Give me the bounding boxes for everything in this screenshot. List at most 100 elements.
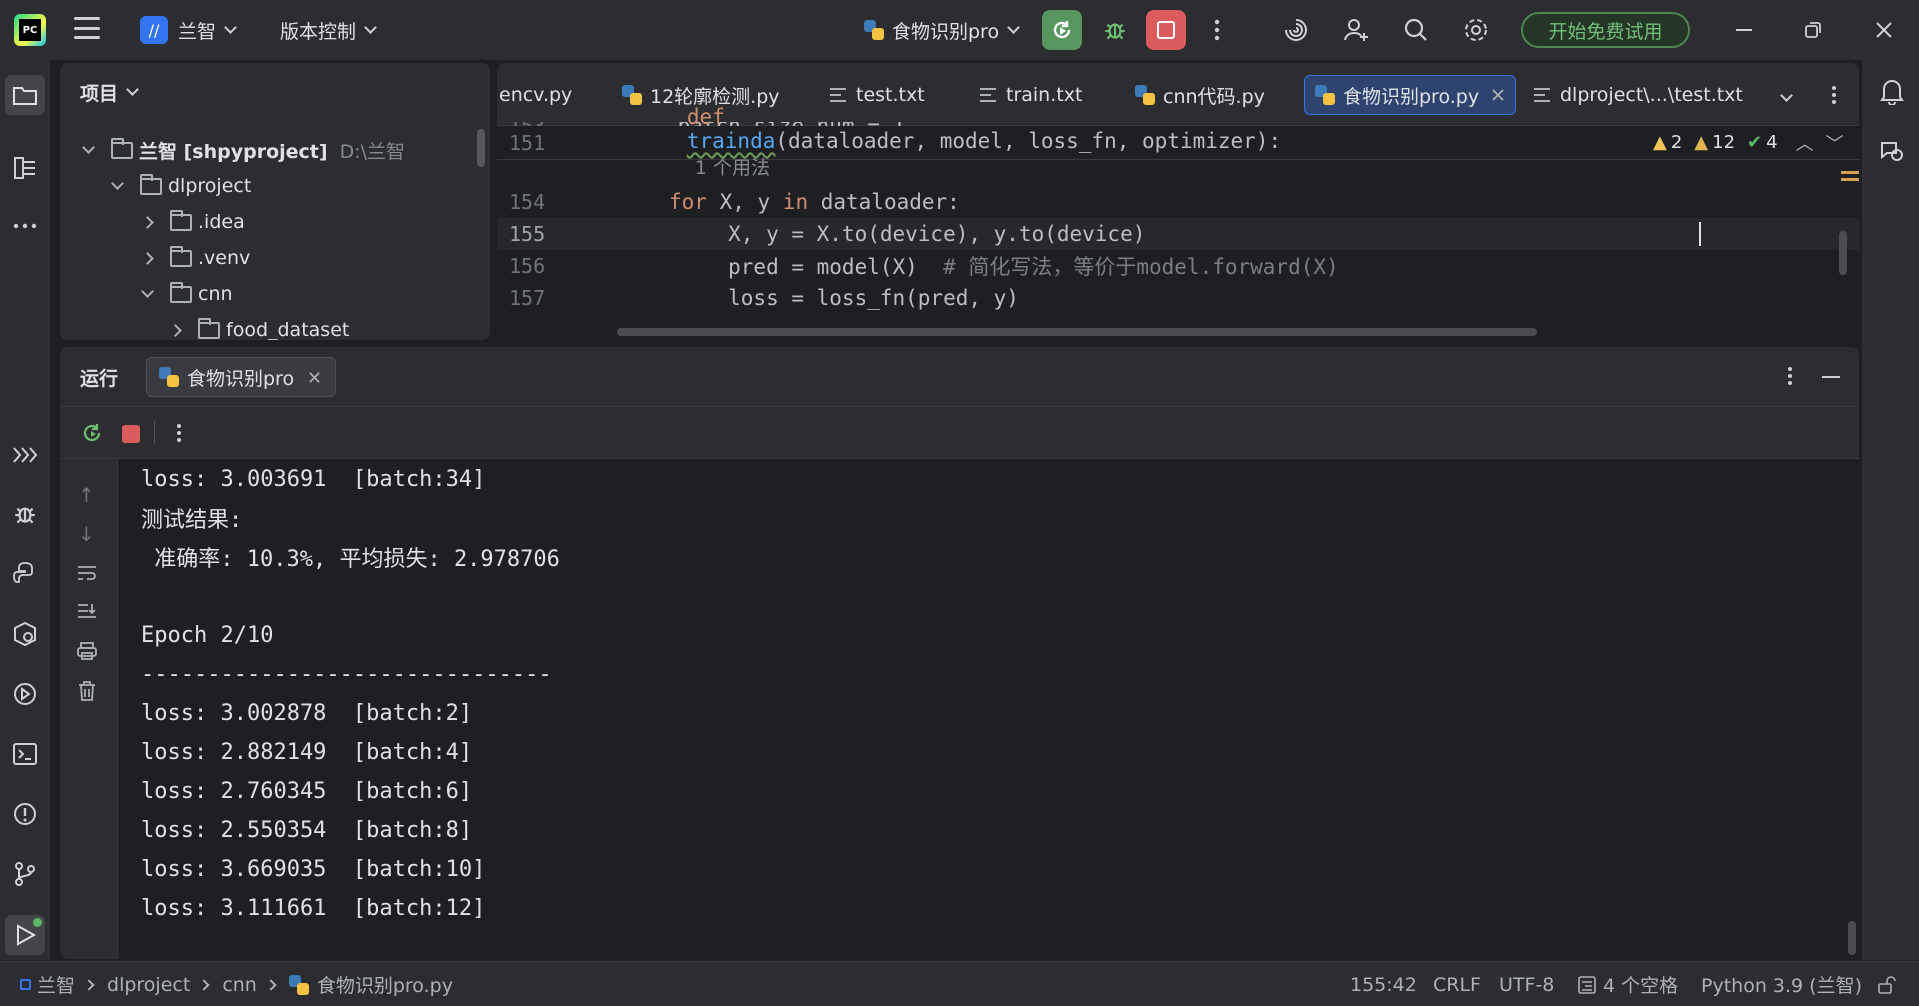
run-panel-options-button[interactable] [1787,365,1793,392]
terminal-button[interactable] [9,738,41,770]
scroll-up-icon[interactable]: ↑ [78,483,95,507]
project-badge-icon[interactable]: // [140,16,168,44]
minimize-button[interactable] [1724,10,1764,50]
usages-hint[interactable]: 1 个用法 [695,157,770,179]
project-panel: 项目 兰智 [shpyproject] D:\兰智 dlproject .ide… [60,63,490,340]
run-tool-button[interactable] [5,915,45,955]
debug-button[interactable] [1095,10,1135,50]
tree-item-root[interactable]: 兰智 [shpyproject] D:\兰智 [82,135,405,165]
breadcrumb-item[interactable]: 兰智 [37,971,75,998]
run-toolbar-more-button[interactable] [176,422,182,449]
main-menu-icon[interactable] [74,17,100,39]
scroll-to-end-button[interactable] [76,602,98,627]
tree-item-food-dataset[interactable]: food_dataset [169,315,349,340]
ai-assistant-button[interactable] [1276,10,1316,50]
project-tool-button[interactable] [5,75,45,115]
error-stripe-marker[interactable] [1841,171,1859,181]
play-circle-icon [14,683,36,705]
tree-item-venv[interactable]: .venv [141,243,250,273]
run-tab-food-recognition[interactable]: 食物识别pro [146,357,337,397]
keyword-for: for [669,190,707,214]
git-branch-icon [15,862,35,886]
minimize-icon [1736,29,1752,31]
inspection-widget[interactable]: ▲ 2 ▲ 12 ✔ 4 ︿ ﹀ [1653,130,1844,156]
close-tab-icon[interactable] [308,371,321,384]
services-button[interactable] [9,678,41,710]
tree-item-dlproject[interactable]: dlproject [111,171,251,201]
editor-vertical-scrollbar[interactable] [1839,231,1847,275]
sticky-function-header[interactable]: 151 def trainda(dataloader, model, loss_… [497,105,1859,179]
readonly-toggle[interactable] [1876,962,1896,1006]
start-free-trial-button[interactable]: 开始免费试用 [1521,12,1690,48]
ai-chat-button[interactable] [1876,135,1908,167]
settings-button[interactable] [1456,10,1496,50]
project-panel-title: 项目 [80,82,119,105]
indent-setting[interactable]: 4 个空格 [1577,962,1678,1006]
scroll-to-end-icon [78,604,96,618]
more-actions-button[interactable] [1197,10,1237,50]
python-console-button[interactable] [9,558,41,590]
tab-food-recognition[interactable]: 食物识别pro.py [1304,75,1517,115]
chevron-right-icon [198,978,210,991]
vcs-menu[interactable]: 版本控制 [280,10,377,50]
breadcrumb-item[interactable]: cnn [222,974,257,996]
prev-highlight-icon[interactable]: ︿ [1796,130,1814,156]
soft-wrap-button[interactable] [76,563,98,588]
stop-button[interactable] [1146,10,1186,50]
breadcrumb-item[interactable]: 食物识别pro.py [317,971,453,998]
line-separator[interactable]: CRLF [1433,962,1481,1006]
breadcrumb-item[interactable]: dlproject [107,974,190,996]
project-panel-header[interactable]: 项目 [80,77,139,107]
tab-encv[interactable]: encv.py [499,75,572,115]
project-scrollbar[interactable] [477,129,485,167]
console-scrollbar[interactable] [1848,921,1856,955]
stop-button[interactable] [122,425,140,443]
git-button[interactable] [9,858,41,890]
run-config-label: 食物识别pro [892,20,1000,43]
file-encoding[interactable]: UTF-8 [1499,962,1554,1006]
problems-button[interactable] [9,798,41,830]
notifications-button[interactable] [1876,75,1908,107]
console-line: 测试结果: [141,508,243,533]
tab-label: dlproject\...\test.txt [1560,84,1743,106]
services-tool-button[interactable] [9,439,41,471]
structure-tool-button[interactable] [9,152,41,184]
packages-icon [14,621,36,647]
print-button[interactable] [76,641,98,666]
clear-console-button[interactable] [76,680,98,707]
code-line-155-current[interactable]: 155 X, y = X.to(device), y.to(device) [497,218,1859,250]
close-tab-icon[interactable] [1491,88,1505,102]
tab-list-dropdown[interactable] [1780,75,1793,115]
restore-button[interactable] [1793,10,1833,50]
error-count: 2 [1670,132,1683,153]
tree-item-label: 兰智 [shpyproject] [139,140,328,163]
caret-position[interactable]: 155:42 [1350,962,1417,1006]
tree-item-idea[interactable]: .idea [141,207,245,237]
code-line-157[interactable]: 157 loss = loss_fn(pred, y) [497,282,1859,314]
tab-more-button[interactable] [1831,75,1837,115]
console-line: Epoch 2/10 [141,622,274,648]
python-packages-button[interactable] [9,618,41,650]
next-highlight-icon[interactable]: ﹀ [1826,130,1844,156]
rerun-button[interactable] [80,421,104,450]
search-button[interactable] [1396,10,1436,50]
line-number: 155 [509,222,546,246]
add-user-button[interactable] [1336,10,1376,50]
debug-tool-button[interactable] [9,498,41,530]
hide-panel-button[interactable] [1822,376,1840,378]
python-interpreter[interactable]: Python 3.9 (兰智) [1701,962,1862,1006]
code-line-156[interactable]: 156 pred = model(X) # 简化写法，等价于model.forw… [497,250,1859,282]
run-config-selector[interactable]: 食物识别pro [864,10,1020,50]
tab-dlproject-test-txt[interactable]: dlproject\...\test.txt [1534,75,1743,115]
project-selector[interactable]: 兰智 [178,10,237,50]
editor-horizontal-scrollbar[interactable] [617,328,1537,336]
rerun-button[interactable] [1042,10,1082,50]
close-window-button[interactable] [1864,10,1904,50]
chevron-down-icon [126,82,139,96]
console-line: loss: 2.882149 [batch:4] [141,739,473,765]
console-line: loss: 3.669035 [batch:10] [141,856,486,882]
code-line-154[interactable]: 154 for X, y in dataloader: [497,186,1859,218]
more-tools-button[interactable] [9,210,41,242]
tree-item-cnn[interactable]: cnn [141,279,233,309]
scroll-down-icon[interactable]: ↓ [78,522,95,546]
